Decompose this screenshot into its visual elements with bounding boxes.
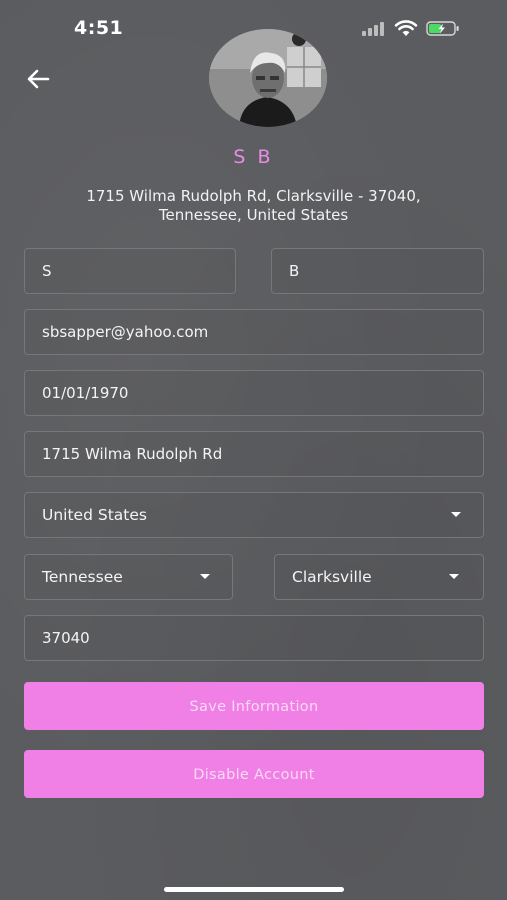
address-line-1: 1715 Wilma Rudolph Rd, Clarksville - 370… bbox=[86, 187, 421, 205]
disable-account-button[interactable]: Disable Account bbox=[24, 750, 484, 798]
state-value: Tennessee bbox=[42, 568, 123, 586]
save-information-button[interactable]: Save Information bbox=[24, 682, 484, 730]
state-select[interactable]: Tennessee bbox=[24, 554, 233, 600]
first-name-field[interactable] bbox=[24, 248, 236, 294]
home-indicator[interactable] bbox=[164, 887, 344, 892]
dob-field[interactable] bbox=[24, 370, 484, 416]
chevron-down-icon bbox=[451, 512, 461, 517]
last-name-input[interactable] bbox=[272, 249, 483, 293]
zip-code-input[interactable] bbox=[25, 616, 483, 660]
profile-photo bbox=[209, 29, 327, 127]
city-select[interactable]: Clarksville bbox=[274, 554, 484, 600]
last-name-field[interactable] bbox=[271, 248, 484, 294]
battery-charging-icon bbox=[426, 21, 459, 36]
address-line-2: Tennessee, United States bbox=[158, 206, 349, 224]
country-select[interactable]: United States bbox=[24, 492, 484, 538]
city-value: Clarksville bbox=[292, 568, 372, 586]
country-value: United States bbox=[42, 506, 147, 524]
dob-input[interactable] bbox=[25, 371, 483, 415]
email-input[interactable] bbox=[25, 310, 483, 354]
profile-name: S B bbox=[233, 146, 274, 168]
first-name-input[interactable] bbox=[25, 249, 235, 293]
signal-icon bbox=[362, 22, 386, 36]
wifi-icon bbox=[394, 20, 418, 36]
chevron-down-icon bbox=[449, 574, 459, 579]
status-time: 4:51 bbox=[74, 17, 124, 39]
street-address-field[interactable] bbox=[24, 431, 484, 477]
chevron-down-icon bbox=[200, 574, 210, 579]
profile-address: 1715 Wilma Rudolph Rd, Clarksville - 370… bbox=[40, 187, 467, 225]
email-field[interactable] bbox=[24, 309, 484, 355]
street-address-input[interactable] bbox=[25, 432, 483, 476]
zip-code-field[interactable] bbox=[24, 615, 484, 661]
avatar[interactable] bbox=[209, 29, 327, 127]
back-arrow-icon[interactable] bbox=[24, 64, 54, 94]
